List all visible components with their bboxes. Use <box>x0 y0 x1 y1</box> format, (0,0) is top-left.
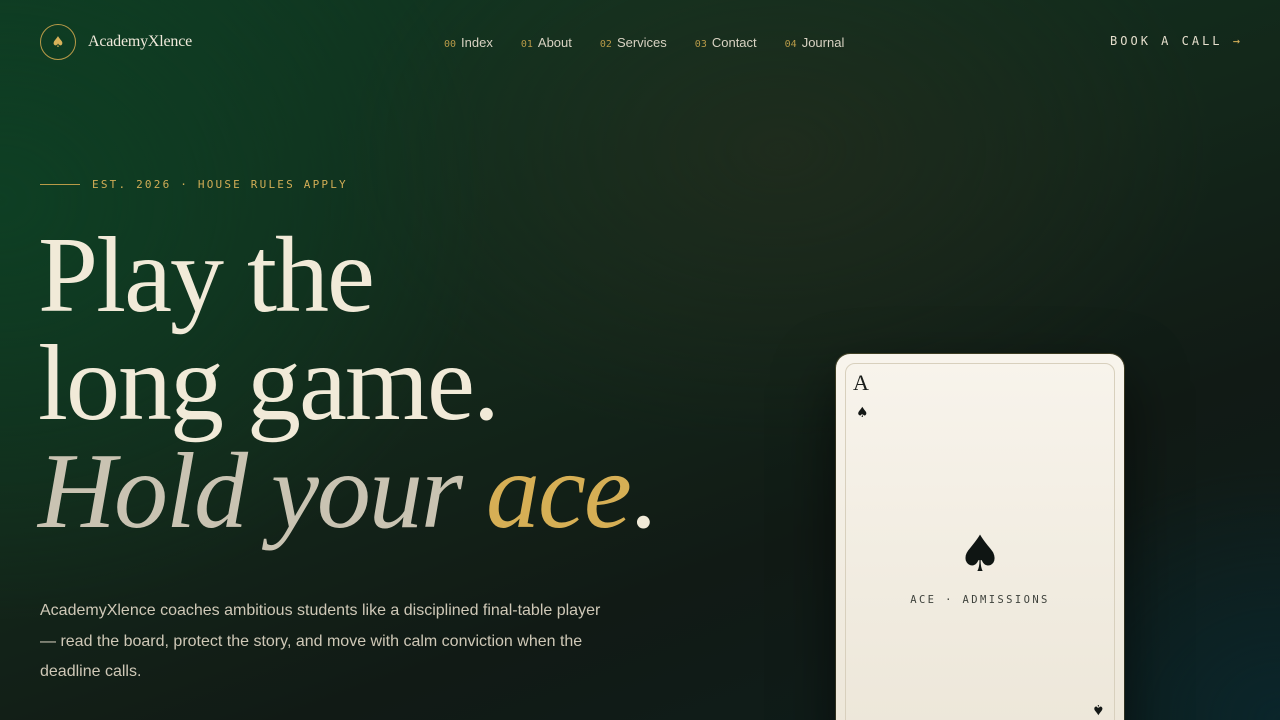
nav-item-label: Index <box>461 35 493 50</box>
nav-item-contact[interactable]: 03 Contact <box>695 35 757 50</box>
book-a-call-label: BOOK A CALL <box>1110 34 1223 48</box>
spade-icon: ♠ <box>40 24 76 60</box>
brand-logo-link[interactable]: ♠ AcademyXlence <box>40 24 192 60</box>
spade-icon: ♠ <box>957 525 1003 583</box>
main-nav: 00 Index 01 About 02 Services 03 Contact… <box>444 35 844 50</box>
nav-item-number: 02 <box>599 39 612 50</box>
headline-line-3-text: Hold your <box>38 432 486 551</box>
eyebrow-rule <box>40 184 80 185</box>
nav-item-journal[interactable]: 04 Journal <box>785 35 845 50</box>
spade-icon: ♠ <box>856 405 869 421</box>
headline-line-2: long game. <box>38 324 500 443</box>
hero-description: AcademyXlence coaches ambitious students… <box>40 602 601 680</box>
eyebrow-text: EST. 2026 · HOUSE RULES APPLY <box>92 178 348 191</box>
arrow-right-icon: → <box>1232 34 1240 48</box>
headline-line-3: Hold your ace. <box>38 438 657 546</box>
nav-item-number: 04 <box>784 39 797 50</box>
headline-accent-word: ace <box>485 432 632 551</box>
nav-item-services[interactable]: 02 Services <box>600 35 667 50</box>
nav-item-label: Journal <box>801 35 845 50</box>
headline-line-1: Play the <box>38 216 375 335</box>
nav-item-label: Services <box>616 35 667 50</box>
hero-headline: Play the long game. Hold your ace. <box>38 216 657 546</box>
eyebrow: EST. 2026 · HOUSE RULES APPLY <box>40 178 348 191</box>
spade-icon: ♠ <box>1092 701 1105 717</box>
nav-item-label: Contact <box>711 35 757 50</box>
nav-item-label: About <box>537 35 572 50</box>
nav-item-index[interactable]: 00 Index <box>444 35 493 50</box>
nav-item-number: 03 <box>694 39 707 50</box>
card-rank: A <box>853 370 869 395</box>
brand-name: AcademyXlence <box>88 33 193 50</box>
ace-playing-card: A ♠ ♠ ACE · ADMISSIONS ♠ <box>836 354 1124 720</box>
book-a-call-button[interactable]: BOOK A CALL → <box>1110 34 1240 48</box>
nav-item-number: 00 <box>444 39 457 50</box>
headline-period: . <box>629 432 657 551</box>
nav-item-about[interactable]: 01 About <box>521 35 572 50</box>
card-caption: ACE · ADMISSIONS <box>910 594 1050 606</box>
nav-item-number: 01 <box>520 39 533 50</box>
